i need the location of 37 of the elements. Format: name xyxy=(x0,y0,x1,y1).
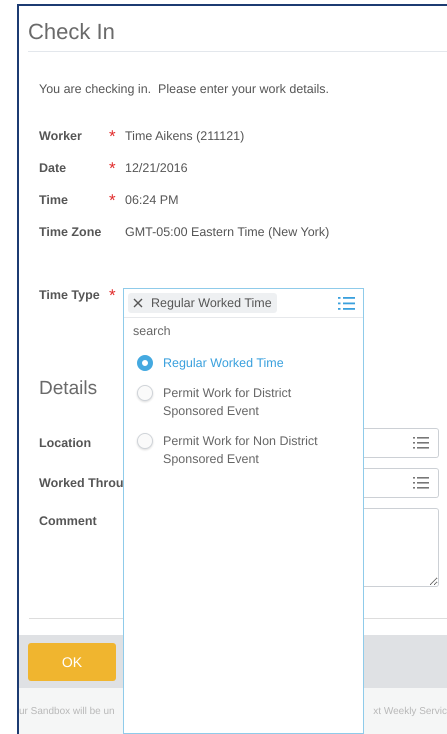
option-label: Permit Work for Non District Sponsored Event xyxy=(163,433,319,468)
field-value: 06:24 PM xyxy=(125,193,179,207)
intro-text: You are checking in. Please enter your work details. xyxy=(39,82,330,96)
notice-text: ur Sandbox will be un xyxy=(19,706,115,716)
list-icon[interactable] xyxy=(338,296,355,310)
field-value: Time Aikens (211121) xyxy=(125,129,244,143)
required-mark: * xyxy=(109,286,116,305)
dialog-title: Check In xyxy=(28,6,447,52)
option-item[interactable]: Regular Worked Time xyxy=(124,344,363,378)
option-label: Regular Worked Time xyxy=(163,355,284,372)
field-label: Time xyxy=(39,193,69,207)
list-icon xyxy=(413,477,429,489)
selected-chip[interactable]: Regular Worked Time xyxy=(128,293,277,313)
chip-label: Regular Worked Time xyxy=(151,296,272,310)
required-mark: * xyxy=(109,127,116,146)
option-item[interactable]: Permit Work for Non District Sponsored Event xyxy=(124,426,363,474)
field-label: Date xyxy=(39,161,68,175)
radio-button[interactable] xyxy=(137,385,153,401)
field-label: Comment xyxy=(39,513,98,528)
comment-field[interactable] xyxy=(363,508,439,587)
field-value: 12/21/2016 xyxy=(125,161,188,175)
radio-button[interactable] xyxy=(137,433,153,449)
field-label: Location xyxy=(39,436,92,450)
required-mark: * xyxy=(109,191,116,210)
radio-button[interactable] xyxy=(137,355,153,371)
option-label: Permit Work for District Sponsored Event xyxy=(163,385,292,420)
field-label: Time Zone xyxy=(39,225,102,239)
option-item[interactable]: Permit Work for District Sponsored Event xyxy=(124,378,363,426)
close-icon[interactable] xyxy=(133,298,143,308)
field-label: Worker xyxy=(39,129,83,143)
list-icon xyxy=(413,437,429,449)
field-label: Time Type xyxy=(39,288,101,302)
field-value: GMT-05:00 Eastern Time (New York) xyxy=(125,225,330,239)
required-mark: * xyxy=(109,159,116,178)
notice-text: xt Weekly Servic xyxy=(373,706,447,716)
section-heading: Details xyxy=(39,378,98,400)
field-label: Worked Throu xyxy=(39,476,123,490)
